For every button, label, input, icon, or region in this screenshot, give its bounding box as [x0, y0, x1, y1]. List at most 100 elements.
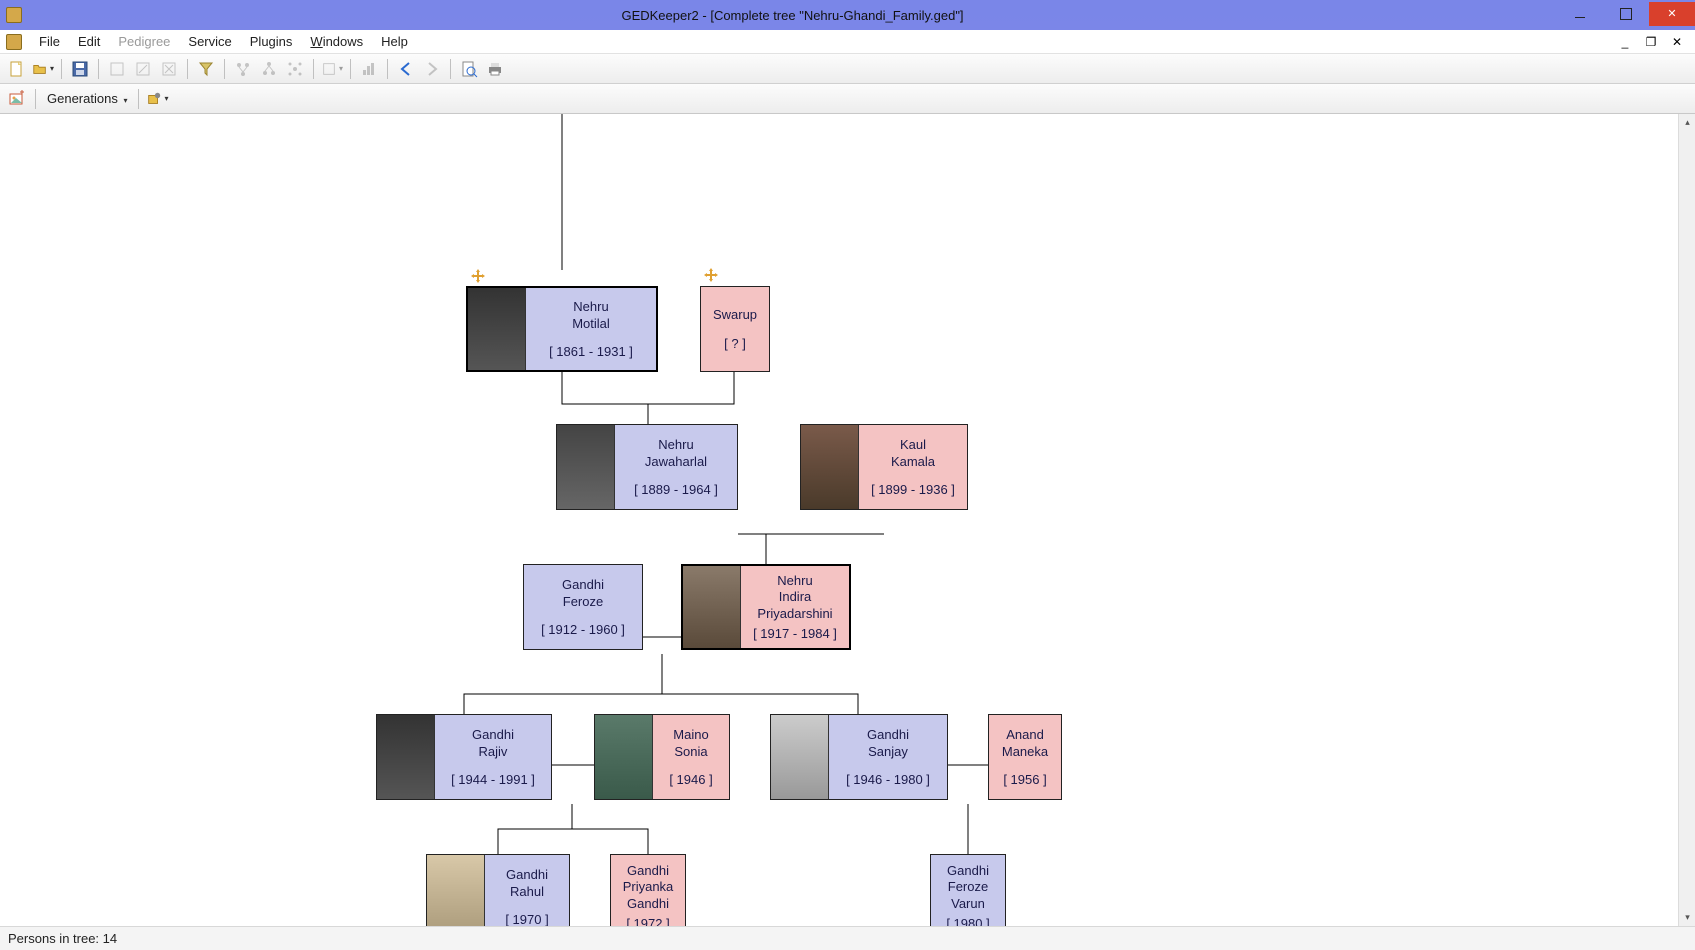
record-add-button[interactable]	[106, 58, 128, 80]
menu-plugins[interactable]: Plugins	[241, 31, 302, 52]
person-card-priyanka[interactable]: GandhiPriyankaGandhi [ 1972 ]	[610, 854, 686, 926]
person-dates: [ ? ]	[724, 336, 746, 351]
window-title: GEDKeeper2 - [Complete tree "Nehru-Ghand…	[28, 8, 1557, 23]
tree-canvas[interactable]: NehruMotilal [ 1861 - 1931 ] Swarup [ ? …	[0, 114, 1695, 926]
person-name: Maneka	[1002, 744, 1048, 759]
generations-dropdown[interactable]: Generations ▾	[43, 91, 131, 106]
status-persons-count: Persons in tree: 14	[8, 931, 117, 946]
person-surname: Nehru	[658, 437, 693, 452]
menu-edit[interactable]: Edit	[69, 31, 109, 52]
person-surname: Gandhi	[506, 867, 548, 882]
person-surname: Gandhi	[472, 727, 514, 742]
document-icon	[6, 34, 22, 50]
pedigree-button[interactable]: ▾	[321, 58, 343, 80]
maximize-button[interactable]	[1603, 2, 1649, 26]
person-card-indira[interactable]: NehruIndiraPriyadarshini [ 1917 - 1984 ]	[681, 564, 851, 650]
person-name: Indira	[779, 589, 812, 604]
move-handle-icon[interactable]	[470, 268, 486, 284]
portrait-icon	[557, 425, 615, 509]
person-name2: Varun	[951, 896, 985, 911]
portrait-icon	[427, 855, 485, 926]
open-file-button[interactable]: ▾	[32, 58, 54, 80]
person-surname: Gandhi	[867, 727, 909, 742]
person-surname: Gandhi	[627, 863, 669, 878]
record-edit-button[interactable]	[132, 58, 154, 80]
person-dates: [ 1956 ]	[1003, 772, 1046, 787]
save-button[interactable]	[69, 58, 91, 80]
scroll-down-icon[interactable]: ▾	[1679, 909, 1695, 926]
mdi-minimize-button[interactable]: _	[1617, 34, 1633, 50]
person-dates: [ 1946 ]	[669, 772, 712, 787]
person-card-feroze[interactable]: Gandhi Feroze [ 1912 - 1960 ]	[523, 564, 643, 650]
mdi-restore-button[interactable]: ❐	[1643, 34, 1659, 50]
print-button[interactable]	[484, 58, 506, 80]
minimize-button[interactable]	[1557, 2, 1603, 26]
menu-help[interactable]: Help	[372, 31, 417, 52]
person-card-kamala[interactable]: KaulKamala [ 1899 - 1936 ]	[800, 424, 968, 510]
tree-descendants-button[interactable]	[258, 58, 280, 80]
person-dates: [ 1889 - 1964 ]	[634, 482, 718, 497]
tree-both-button[interactable]	[284, 58, 306, 80]
nav-forward-button[interactable]	[421, 58, 443, 80]
person-dates: [ 1861 - 1931 ]	[549, 344, 633, 359]
person-name2: Gandhi	[627, 896, 669, 911]
person-dates: [ 1972 ]	[626, 916, 669, 926]
move-handle-icon[interactable]	[703, 267, 719, 283]
person-surname: Nehru	[777, 573, 812, 588]
person-dates: [ 1944 - 1991 ]	[451, 772, 535, 787]
person-card-maneka[interactable]: Anand Maneka [ 1956 ]	[988, 714, 1062, 800]
close-button[interactable]	[1649, 2, 1695, 26]
person-dates: [ 1980 ]	[946, 916, 989, 926]
menu-file[interactable]: File	[30, 31, 69, 52]
image-save-button[interactable]	[6, 88, 28, 110]
scroll-up-icon[interactable]: ▴	[1679, 114, 1695, 131]
portrait-icon	[468, 288, 526, 370]
tree-ancestors-button[interactable]	[232, 58, 254, 80]
stats-button[interactable]	[358, 58, 380, 80]
person-name: Feroze	[948, 879, 988, 894]
record-delete-button[interactable]	[158, 58, 180, 80]
person-name: Feroze	[563, 594, 603, 609]
person-surname: Maino	[673, 727, 708, 742]
new-file-button[interactable]	[6, 58, 28, 80]
person-name: Sanjay	[868, 744, 908, 759]
person-dates: [ 1946 - 1980 ]	[846, 772, 930, 787]
person-card-jawaharlal[interactable]: Nehru Jawaharlal [ 1889 - 1964 ]	[556, 424, 738, 510]
app-icon	[6, 7, 22, 23]
vertical-scrollbar[interactable]: ▴ ▾	[1678, 114, 1695, 926]
person-name: Kamala	[891, 454, 935, 469]
person-surname: Anand	[1006, 727, 1044, 742]
statusbar: Persons in tree: 14	[0, 926, 1695, 950]
person-name: Swarup	[713, 307, 757, 323]
person-card-varun[interactable]: GandhiFeroze Varun [ 1980 ]	[930, 854, 1006, 926]
person-dates: [ 1912 - 1960 ]	[541, 622, 625, 637]
menu-service[interactable]: Service	[179, 31, 240, 52]
person-card-sanjay[interactable]: Gandhi Sanjay [ 1946 - 1980 ]	[770, 714, 948, 800]
menu-windows[interactable]: Windows	[301, 31, 372, 52]
portrait-icon	[377, 715, 435, 799]
portrait-icon	[771, 715, 829, 799]
portrait-icon	[801, 425, 859, 509]
options-button[interactable]: ▾	[146, 88, 168, 110]
person-surname: Nehru	[573, 299, 608, 314]
menu-pedigree[interactable]: Pedigree	[109, 31, 179, 52]
preview-button[interactable]	[458, 58, 480, 80]
person-surname: Gandhi	[562, 577, 604, 592]
person-card-sonia[interactable]: Maino Sonia [ 1946 ]	[594, 714, 730, 800]
person-dates: [ 1917 - 1984 ]	[753, 626, 837, 641]
person-card-motilal[interactable]: NehruMotilal [ 1861 - 1931 ]	[466, 286, 658, 372]
tree-toolbar: Generations ▾ ▾	[0, 84, 1695, 114]
mdi-close-button[interactable]: ✕	[1669, 34, 1685, 50]
main-toolbar: ▾ ▾	[0, 54, 1695, 84]
nav-back-button[interactable]	[395, 58, 417, 80]
person-name: Jawaharlal	[645, 454, 707, 469]
person-name: Sonia	[674, 744, 707, 759]
person-card-swarup[interactable]: Swarup [ ? ]	[700, 286, 770, 372]
person-dates: [ 1899 - 1936 ]	[871, 482, 955, 497]
person-name: Priyanka	[623, 879, 674, 894]
person-card-rajiv[interactable]: Gandhi Rajiv [ 1944 - 1991 ]	[376, 714, 552, 800]
filter-button[interactable]	[195, 58, 217, 80]
person-surname: Gandhi	[947, 863, 989, 878]
person-name: Rajiv	[479, 744, 508, 759]
person-card-rahul[interactable]: GandhiRahul [ 1970 ]	[426, 854, 570, 926]
